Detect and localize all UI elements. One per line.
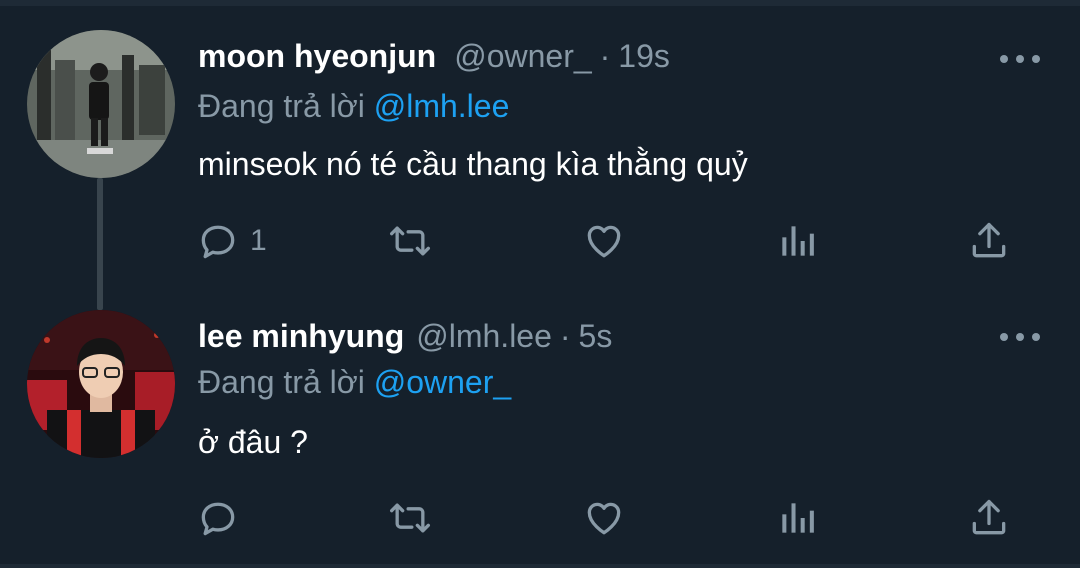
share-icon [972,222,1006,258]
more-options-icon[interactable] [1000,49,1040,69]
tweet-header: moon hyeonjun @owner_ · 19s [198,38,670,88]
more-options-icon[interactable] [1000,327,1040,347]
replying-to-label: Đang trả lời [198,364,365,400]
avatar-moon-hyeonjun[interactable] [27,30,175,178]
display-name[interactable]: moon hyeonjun [198,38,436,75]
reply-button[interactable]: 1 [196,216,267,266]
timestamp[interactable]: 19s [618,38,670,75]
tweet-actions: 1 [0,216,1080,266]
tweet-text: ở đâu ? [198,424,308,460]
reply-icon [201,225,235,259]
share-button[interactable] [967,216,1011,266]
bottom-divider [0,564,1080,568]
display-name[interactable]: lee minhyung [198,318,404,355]
mention-link[interactable]: @lmh.lee [374,88,510,124]
analytics-icon [782,226,814,256]
mention-link[interactable]: @owner_ [374,364,511,400]
user-handle[interactable]: @owner_ [454,38,591,75]
tweet-actions [0,493,1080,543]
replying-to-label: Đang trả lời [198,88,365,124]
user-handle[interactable]: @lmh.lee [416,318,552,355]
share-icon [972,499,1006,535]
retweet-icon [390,503,430,533]
replying-to: Đang trả lời @owner_ [198,364,511,401]
tweet-header: lee minhyung @lmh.lee · 5s [198,318,612,368]
like-button[interactable] [582,216,626,266]
reply-button[interactable] [196,493,250,543]
analytics-icon [782,503,814,533]
share-button[interactable] [967,493,1011,543]
timestamp[interactable]: 5s [579,318,613,355]
top-divider [0,0,1080,6]
analytics-button[interactable] [775,216,819,266]
like-button[interactable] [582,493,626,543]
heart-icon [587,225,621,258]
retweet-button[interactable] [388,493,432,543]
analytics-button[interactable] [775,493,819,543]
heart-icon [587,502,621,535]
reply-count: 1 [250,224,267,257]
separator-dot: · [559,318,571,354]
replying-to: Đang trả lời @lmh.lee [198,88,509,125]
tweet-text: minseok nó té cầu thang kìa thằng quỷ [198,146,748,182]
reply-icon [201,502,235,536]
retweet-icon [390,226,430,256]
separator-dot: · [599,38,611,74]
retweet-button[interactable] [388,216,432,266]
avatar-lee-minhyung[interactable] [27,310,175,458]
